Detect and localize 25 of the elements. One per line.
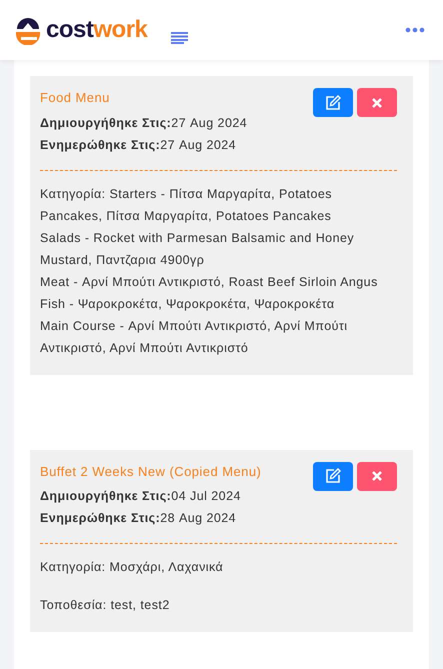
created-date: Δημιουργήθηκε Στις:27 Aug 2024 [40,114,248,132]
updated-date: Ενημερώθηκε Στις:28 Aug 2024 [40,510,238,527]
category-line: Main Course - Αρνί Μπούτι Αντικριστό, Αρνί Μπούτι Αντικριστό, Αρνί Μπούτι Αντικριστό [40,318,348,357]
category-line: Salads - Rocket with Parmesan Balsamic and Honey Mustard, Παντζαρια 4900γρ [40,230,356,269]
menu-title: Buffet 2 Weeks New (Copied Menu) [40,462,262,481]
logo-text: costwork [46,18,148,42]
category-line: Κατηγορία: Starters - Πίτσα Μαργαρίτα, Potatoes Pancakes, Πίτσα Μαργαρίτα, Potatoes Pancakes [40,186,333,225]
delete-button[interactable] [357,88,397,117]
menu-icon[interactable] [171,32,188,44]
logo-icon [14,15,42,45]
menu-title: Food Menu [40,89,111,107]
category-line: Meat - Αρνί Μπούτι Αντικριστό, Roast Beef Sirloin Angus [40,274,379,291]
edit-icon [325,468,341,484]
category-line: Fish - Ψαροκροκέτα, Ψαροκροκέτα, Ψαροκροκέτα [40,296,336,313]
edit-button[interactable] [313,88,353,117]
close-icon [372,98,382,108]
delete-button[interactable] [357,462,397,490]
category-line: Κατηγορία: Μοσχάρι, Λαχανικά [40,559,224,576]
edit-icon [325,94,341,110]
updated-date: Ενημερώθηκε Στις:27 Aug 2024 [40,136,238,154]
created-date: Δημιουργήθηκε Στις:04 Jul 2024 [40,488,242,505]
more-icon[interactable] [405,27,425,33]
location-line: Τοποθεσία: test, test2 [40,597,171,614]
close-icon [372,471,382,481]
edit-button[interactable] [313,462,353,490]
